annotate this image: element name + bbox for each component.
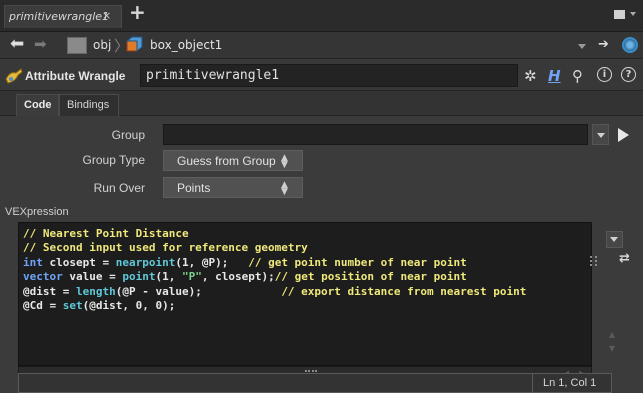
status-bar: Ln 1, Col 1 <box>18 373 612 393</box>
back-arrow-icon[interactable]: ⬅ <box>10 34 24 54</box>
code-token-cmt: // get position of near point <box>274 270 467 284</box>
forward-arrow-icon[interactable]: ➡ <box>34 35 47 53</box>
tab-code[interactable]: Code <box>16 94 59 116</box>
group-label: Group <box>111 128 145 142</box>
wrangle-icon <box>5 68 23 84</box>
path-bar: ⬅ ➡ obj 〉 box_object1 ➔ <box>0 32 643 59</box>
pane-tab-label: primitivewrangle1 <box>9 10 110 23</box>
code-token-fn: point <box>122 270 156 284</box>
group-type-label: Group Type <box>82 153 145 167</box>
pane-menu-icon[interactable] <box>614 10 625 19</box>
code-line[interactable]: int closept = nearpoint(1, @P); // get p… <box>23 256 526 270</box>
code-token-cmt: // get point number of near point <box>248 255 467 269</box>
vexpression-label: VEXpression <box>5 206 69 218</box>
code-token-txt: (1, @P); <box>175 255 249 269</box>
help-icon[interactable]: ? <box>621 67 636 82</box>
operator-name-field[interactable]: primitivewrangle1 <box>140 64 518 87</box>
tab-close-icon[interactable]: × <box>102 9 111 22</box>
path-dropdown-icon[interactable] <box>578 44 586 49</box>
code-token-txt: (1, <box>155 270 182 284</box>
code-text[interactable]: // Nearest Point Distance// Second input… <box>23 227 526 313</box>
scroll-down-icon[interactable]: ▼ <box>609 344 615 353</box>
breadcrumb-obj[interactable]: obj <box>93 38 111 52</box>
group-field[interactable] <box>163 124 588 145</box>
status-divider <box>532 374 533 393</box>
expand-icon[interactable]: ⇄ <box>619 251 630 266</box>
gear-icon[interactable]: ✲ <box>524 67 537 85</box>
box-object-icon <box>126 36 143 53</box>
code-line[interactable]: // Second input used for reference geome… <box>23 241 526 255</box>
code-token-txt: (@P - value); <box>115 284 282 298</box>
tab-bar: primitivewrangle1 × + <box>0 0 643 32</box>
operator-header: Attribute Wrangle primitivewrangle1 ✲ H … <box>0 60 643 91</box>
code-token-cmt: // export distance from nearest point <box>281 284 527 298</box>
code-token-fn: nearpoint <box>115 255 176 269</box>
globe-icon[interactable] <box>622 37 638 53</box>
code-editor[interactable]: // Nearest Point Distance// Second input… <box>18 222 592 366</box>
code-token-txt: (@dist, 0, 0); <box>82 299 176 313</box>
hscript-icon[interactable]: H <box>548 67 561 85</box>
breadcrumb-node[interactable]: box_object1 <box>150 38 222 52</box>
resize-grip-icon[interactable] <box>590 256 597 266</box>
run-over-label: Run Over <box>93 181 145 195</box>
pane-tab[interactable]: primitivewrangle1 × <box>4 5 122 28</box>
code-token-txt: @dist = <box>23 284 76 298</box>
code-line[interactable]: vector value = point(1, "P", closept);//… <box>23 270 526 284</box>
chevron-down-icon <box>610 237 618 242</box>
up-down-arrows-icon: ▲ ▼ <box>281 180 288 197</box>
operator-type-label: Attribute Wrangle <box>25 69 126 83</box>
code-token-cmt: // Nearest Point Distance <box>23 227 189 240</box>
code-token-fn: set <box>62 299 83 313</box>
code-line[interactable]: // Nearest Point Distance <box>23 227 526 241</box>
code-token-txt: closept = <box>42 255 116 269</box>
pane-menu-arrow-icon[interactable] <box>630 12 636 16</box>
code-token-kw: int <box>23 255 43 269</box>
code-token-txt: @Cd = <box>23 299 63 313</box>
info-icon[interactable]: i <box>597 67 612 82</box>
code-line[interactable]: @dist = length(@P - value); // export di… <box>23 285 526 299</box>
obj-network-icon <box>67 37 87 54</box>
chevron-down-icon <box>597 133 605 138</box>
search-icon[interactable]: ⚲ <box>572 67 583 85</box>
code-token-txt: , closept); <box>201 270 275 284</box>
code-token-str: "P" <box>181 270 202 284</box>
parameter-tabs: Code Bindings <box>0 91 643 116</box>
pin-icon[interactable]: ➔ <box>598 37 609 52</box>
select-arrow-icon[interactable] <box>618 128 629 142</box>
parameter-panel: Group Group Type Guess from Group ▲ ▼ Run… <box>0 116 643 393</box>
tab-bindings[interactable]: Bindings <box>59 94 119 116</box>
code-token-kw: vector <box>23 270 63 284</box>
scroll-up-icon[interactable]: ▲ <box>609 330 615 339</box>
cursor-position: Ln 1, Col 1 <box>543 377 597 389</box>
up-down-arrows-icon: ▲ ▼ <box>281 153 288 170</box>
code-token-cmt: // Second input used for reference geome… <box>23 241 308 255</box>
code-token-fn: length <box>75 284 116 298</box>
code-token-txt: value = <box>62 270 123 284</box>
add-tab-icon[interactable]: + <box>129 2 146 22</box>
code-line[interactable]: @Cd = set(@dist, 0, 0); <box>23 299 526 313</box>
